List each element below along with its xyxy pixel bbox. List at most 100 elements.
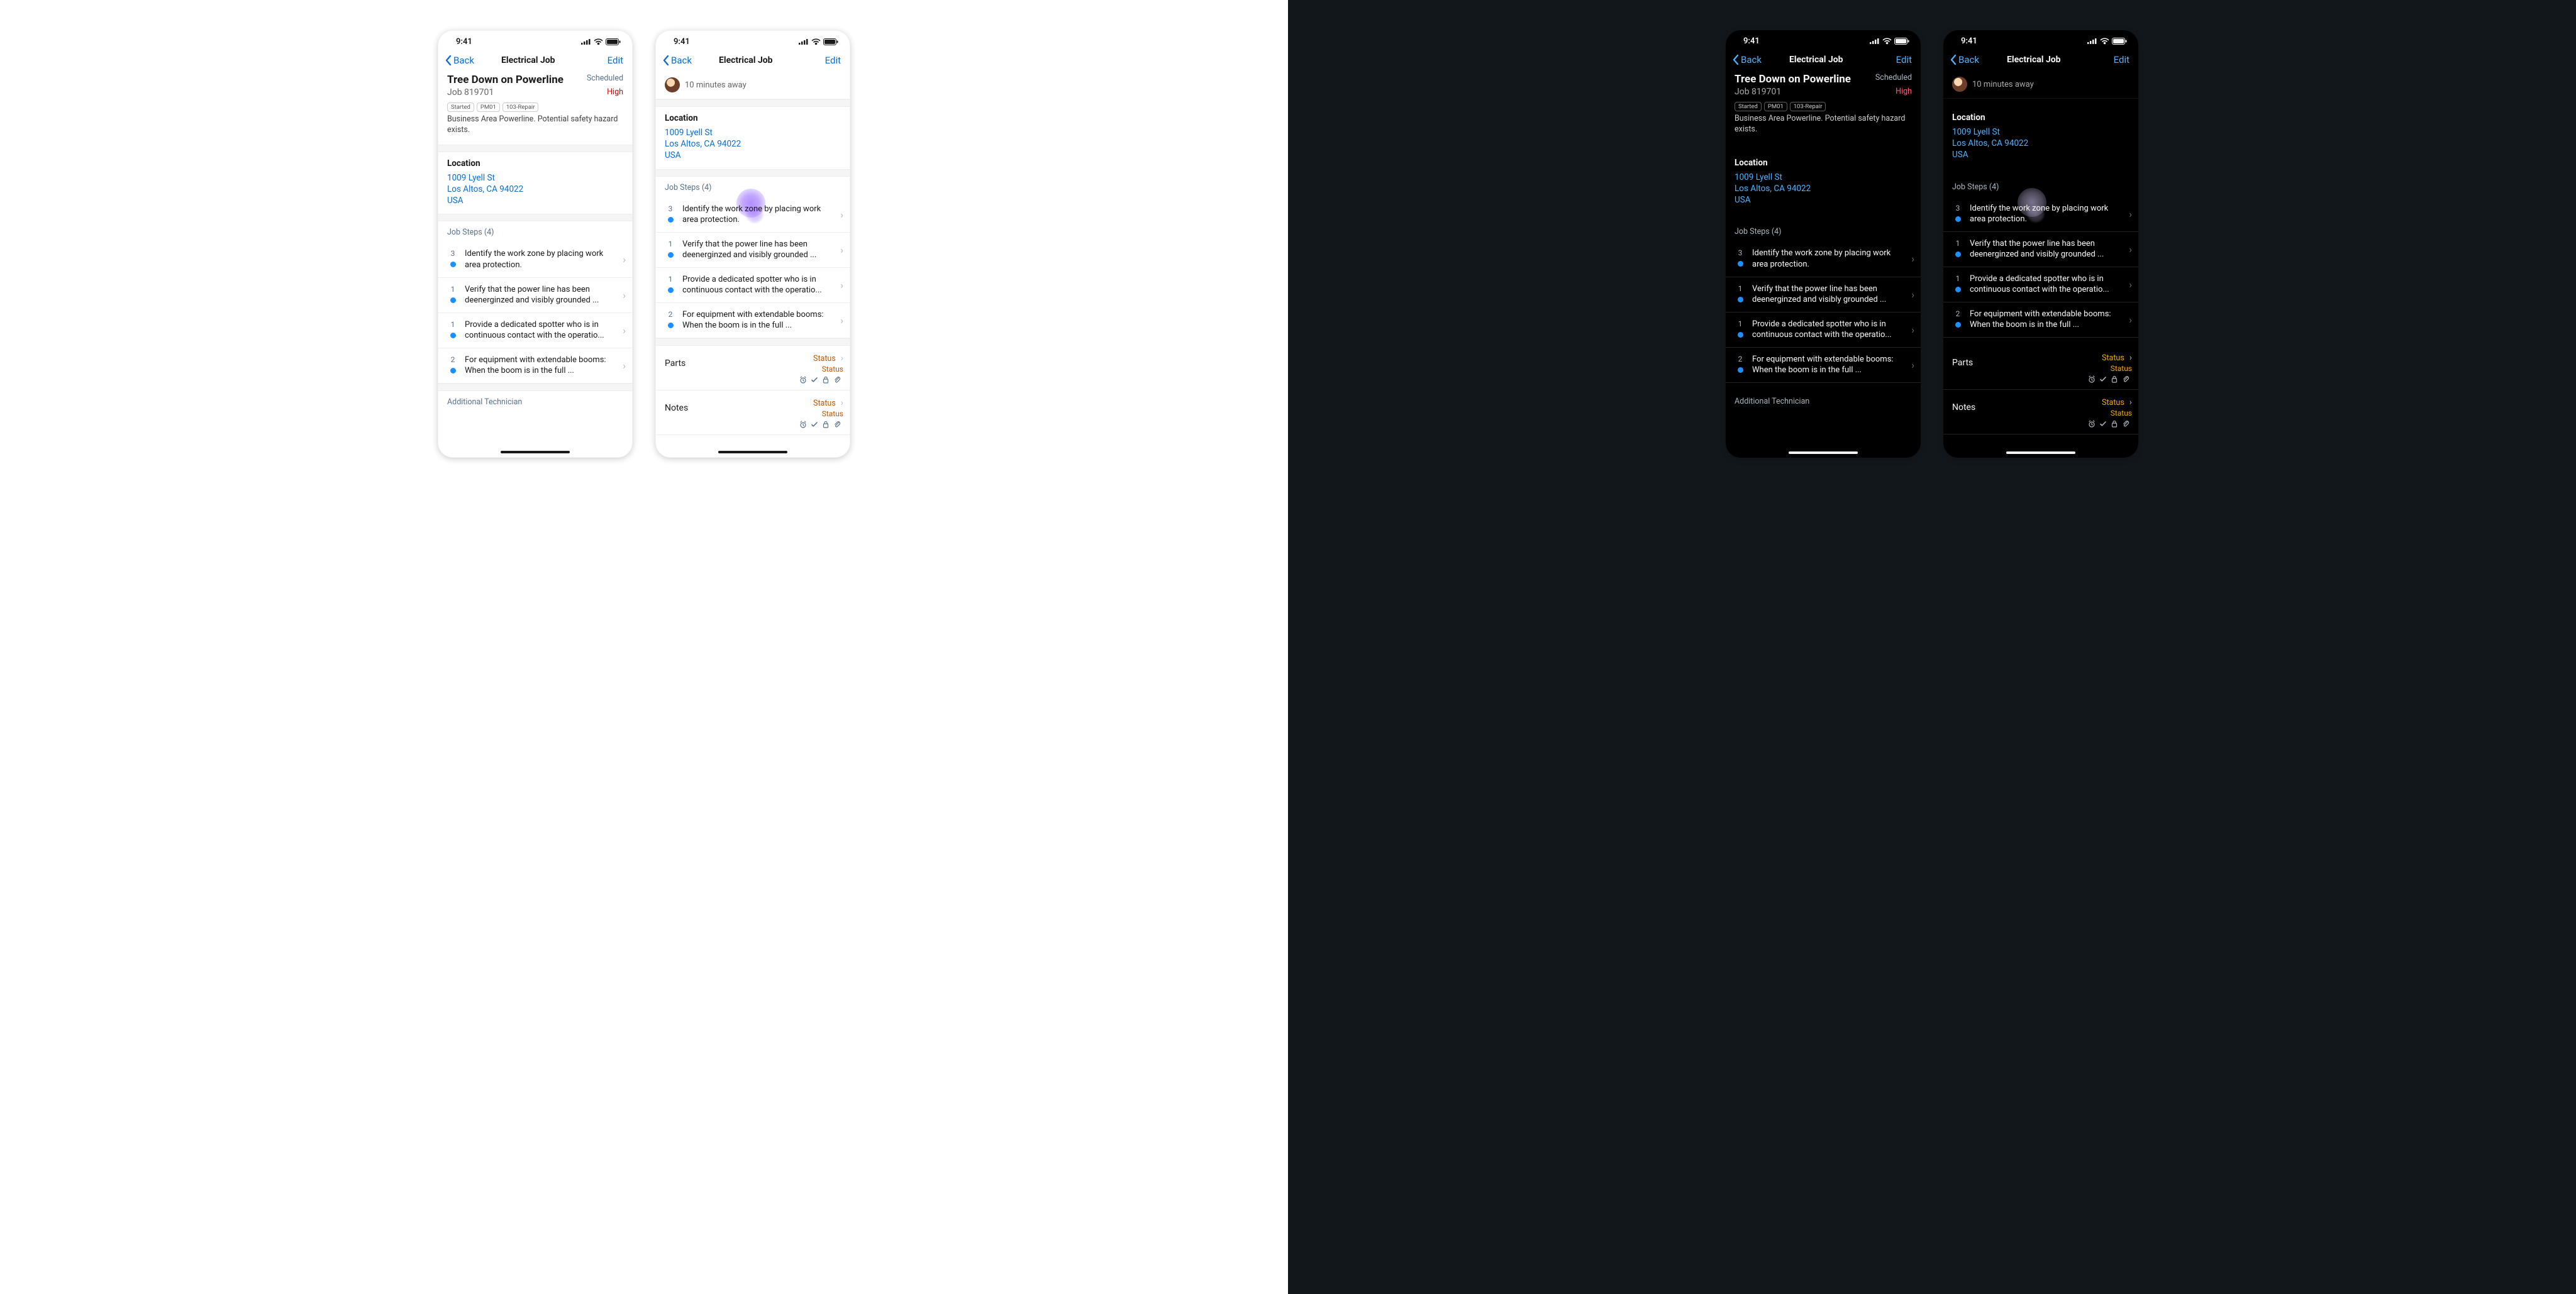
phone-light-primary: 9:41 Back Electrical Job Edit Tree Down …: [438, 30, 633, 458]
job-title: Tree Down on Powerline: [1735, 73, 1851, 86]
chevron-right-icon: ›: [623, 289, 626, 301]
home-indicator[interactable]: [501, 451, 570, 453]
step-number: 1: [1738, 284, 1743, 293]
step-text: Provide a dedicated spotter who is in co…: [1752, 319, 1905, 341]
tag-103: 103-Repair: [1790, 102, 1826, 111]
chevron-right-icon: ›: [2129, 397, 2132, 407]
parts-status: Status: [2102, 353, 2124, 363]
job-header: Tree Down on Powerline Scheduled Job 819…: [1726, 72, 1921, 144]
alarm-icon: [799, 376, 807, 384]
chevron-right-icon: ›: [841, 353, 843, 363]
status-bar: 9:41: [438, 31, 632, 48]
job-description: Business Area Powerline. Potential safet…: [447, 114, 623, 136]
page-title: Electrical Job: [449, 55, 608, 65]
parts-row[interactable]: Parts Status› Status: [1943, 345, 2138, 375]
notes-row[interactable]: Notes Status› Status: [656, 390, 850, 421]
attachment-icon: [833, 376, 841, 384]
job-step[interactable]: 3 Identify the work zone by placing work…: [1943, 197, 2138, 232]
status-time: 9:41: [1743, 36, 1760, 46]
job-step[interactable]: 2 For equipment with extendable booms: W…: [1726, 348, 1921, 383]
divider: [1943, 169, 2138, 176]
job-step[interactable]: 2 For equipment with extendable booms: W…: [1943, 302, 2138, 338]
job-step[interactable]: 1 Verify that the power line has been de…: [1726, 277, 1921, 312]
parts-icon-row: [1943, 375, 2138, 389]
home-indicator[interactable]: [718, 451, 787, 453]
technician-infobar[interactable]: 10 minutes away: [1943, 72, 2138, 99]
job-step[interactable]: 1 Provide a dedicated spotter who is in …: [1943, 267, 2138, 302]
nav-bar: Back Electrical Job Edit: [656, 48, 850, 72]
address-link[interactable]: 1009 Lyell St Los Altos, CA 94022 USA: [1952, 126, 2129, 161]
tag-started: Started: [447, 102, 474, 112]
job-step[interactable]: 1 Verify that the power line has been de…: [1943, 232, 2138, 267]
chevron-right-icon: ›: [2129, 353, 2132, 363]
signal-icon: [2087, 38, 2097, 44]
parts-row[interactable]: Parts Status› Status: [656, 346, 850, 376]
address-link[interactable]: 1009 Lyell St Los Altos, CA 94022 USA: [1735, 172, 1912, 206]
edit-button[interactable]: Edit: [608, 55, 623, 66]
job-step[interactable]: 3 Identify the work zone by placing work…: [438, 242, 632, 277]
edit-button[interactable]: Edit: [2114, 54, 2129, 65]
chevron-right-icon: ›: [840, 244, 843, 256]
step-number: 3: [669, 204, 673, 213]
address-line3: USA: [1735, 194, 1912, 206]
chevron-right-icon: ›: [623, 360, 626, 372]
check-icon: [2099, 375, 2107, 383]
job-step[interactable]: 3 Identify the work zone by placing work…: [1726, 241, 1921, 277]
job-step[interactable]: 1 Provide a dedicated spotter who is in …: [1726, 312, 1921, 348]
job-status: Scheduled: [1875, 73, 1912, 82]
edit-button[interactable]: Edit: [1896, 54, 1912, 65]
job-step[interactable]: 1 Verify that the power line has been de…: [438, 278, 632, 313]
chevron-right-icon: ›: [841, 398, 843, 408]
step-number: 1: [1956, 274, 1960, 283]
notes-icon-row: [656, 421, 850, 434]
address-link[interactable]: 1009 Lyell St Los Altos, CA 94022 USA: [665, 127, 841, 162]
step-text: Provide a dedicated spotter who is in co…: [1970, 274, 2123, 296]
step-text: Verify that the power line has been deen…: [1970, 238, 2123, 260]
job-step[interactable]: 1 Provide a dedicated spotter who is in …: [656, 268, 850, 303]
notes-label: Notes: [665, 403, 688, 413]
notes-substatus: Status: [2111, 409, 2132, 418]
address-link[interactable]: 1009 Lyell St Los Altos, CA 94022 USA: [447, 172, 623, 207]
job-step[interactable]: 1 Verify that the power line has been de…: [656, 233, 850, 268]
battery-icon: [2112, 38, 2127, 45]
divider: [1726, 213, 1921, 221]
status-dot-icon: [668, 252, 674, 258]
edit-button[interactable]: Edit: [825, 55, 841, 66]
address-line3: USA: [447, 195, 623, 206]
step-text: Verify that the power line has been deen…: [1752, 284, 1905, 306]
notes-row[interactable]: Notes Status› Status: [1943, 390, 2138, 420]
location-title: Location: [447, 158, 623, 169]
signal-icon: [581, 38, 591, 45]
wifi-icon: [2100, 38, 2109, 45]
status-time: 9:41: [674, 37, 690, 47]
chevron-right-icon: ›: [1911, 253, 1914, 265]
home-indicator[interactable]: [2006, 451, 2075, 454]
wifi-icon: [594, 38, 603, 45]
step-text: For equipment with extendable booms: Whe…: [465, 355, 616, 377]
job-step[interactable]: 2 For equipment with extendable booms: W…: [438, 348, 632, 384]
job-step[interactable]: 3 Identify the work zone by placing work…: [656, 197, 850, 233]
status-bar: 9:41: [1943, 30, 2138, 48]
status-time: 9:41: [1961, 36, 1977, 46]
additional-tech-header: Additional Technician: [1726, 390, 1921, 411]
chevron-right-icon: ›: [840, 279, 843, 291]
step-number: 2: [451, 355, 455, 364]
job-code: Job 819701: [1735, 87, 1781, 97]
chevron-right-icon: ›: [623, 253, 626, 265]
job-step[interactable]: 1 Provide a dedicated spotter who is in …: [438, 313, 632, 348]
job-steps-header: Job Steps (4): [438, 221, 632, 242]
lock-icon: [822, 421, 830, 428]
job-step[interactable]: 2 For equipment with extendable booms: W…: [656, 303, 850, 338]
step-text: Provide a dedicated spotter who is in co…: [682, 274, 834, 296]
status-dot-icon: [1738, 261, 1743, 267]
home-indicator[interactable]: [1789, 451, 1858, 454]
technician-infobar[interactable]: 10 minutes away: [656, 72, 850, 99]
alarm-icon: [799, 421, 807, 428]
alarm-icon: [2088, 420, 2096, 428]
divider: [656, 169, 850, 177]
chevron-right-icon: ›: [2129, 243, 2132, 255]
step-number: 1: [451, 285, 455, 294]
step-number: 1: [451, 320, 455, 329]
phone-light-scrolled: 9:41 Back Electrical Job Edit 10 minutes…: [655, 30, 850, 458]
status-dot-icon: [1738, 332, 1743, 338]
